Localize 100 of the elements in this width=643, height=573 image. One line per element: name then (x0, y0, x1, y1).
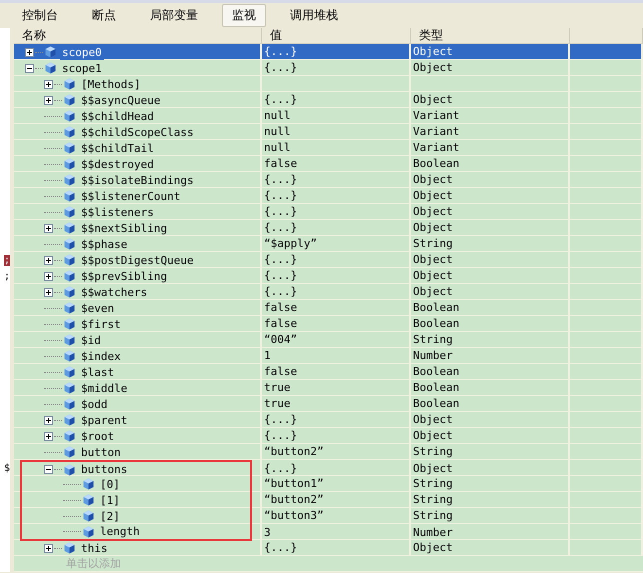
column-header[interactable]: 值 (262, 28, 411, 43)
tree-row[interactable]: $parent {...} Object (14, 412, 643, 428)
tree-row[interactable]: $$postDigestQueue {...} Object (14, 252, 643, 268)
tree-row[interactable]: $$prevSibling {...} Object (14, 268, 643, 284)
variable-name[interactable]: $$nextSibling (79, 220, 170, 236)
variable-value: {...} (264, 252, 298, 267)
variable-name[interactable]: $index (79, 348, 123, 364)
variable-name[interactable]: this (79, 540, 110, 556)
variable-type: String (413, 332, 453, 347)
column-header[interactable]: 类型 (411, 28, 570, 43)
variable-name[interactable]: $$listenerCount (79, 188, 182, 204)
variable-name[interactable]: [2] (98, 508, 122, 524)
variable-name[interactable]: buttons (79, 462, 130, 477)
expand-toggle[interactable] (44, 544, 53, 552)
variable-name[interactable]: $$isolateBindings (79, 172, 196, 188)
tree-row[interactable]: $last false Boolean (14, 364, 643, 380)
tab[interactable]: 控制台 (12, 4, 68, 27)
tree-row[interactable]: $$asyncQueue {...} Object (14, 92, 643, 108)
variable-name[interactable]: [0] (98, 476, 122, 492)
tree-row[interactable]: length 3 Number (14, 524, 643, 540)
variable-type: Variant (413, 124, 460, 139)
tree-row[interactable]: $$isolateBindings {...} Object (14, 172, 643, 188)
tree-row[interactable]: $first false Boolean (14, 316, 643, 332)
tree-row[interactable]: $$destroyed false Boolean (14, 156, 643, 172)
tree-row[interactable]: button “button2” String (14, 444, 643, 460)
tree-row[interactable]: [2] “button3” String (14, 508, 643, 524)
expand-toggle[interactable] (44, 272, 53, 280)
tree-row[interactable]: scope0 {...} Object (14, 44, 643, 60)
variable-name[interactable]: scope1 (60, 60, 104, 76)
variable-type: Boolean (413, 364, 460, 379)
collapse-toggle[interactable] (25, 64, 34, 72)
variable-value: {...} (264, 92, 298, 107)
variable-type: Variant (413, 108, 460, 123)
variable-type: Object (413, 284, 453, 299)
variable-name[interactable]: $$childTail (79, 140, 156, 156)
expand-toggle[interactable] (44, 224, 53, 232)
variable-name[interactable]: $even (79, 300, 116, 316)
tree-row[interactable]: [0] “button1” String (14, 476, 643, 492)
tree-row[interactable]: $$listeners {...} Object (14, 204, 643, 220)
variable-name[interactable]: $parent (79, 412, 130, 428)
variable-name[interactable]: $$phase (79, 236, 130, 252)
tab[interactable]: 局部变量 (140, 4, 208, 27)
tree-row[interactable]: $$watchers {...} Object (14, 284, 643, 300)
variable-name[interactable]: $$childScopeClass (79, 124, 196, 140)
tree-row[interactable]: this {...} Object (14, 540, 643, 556)
variable-name[interactable]: $odd (79, 396, 110, 412)
variable-value: {...} (264, 220, 298, 235)
variable-value: {...} (264, 412, 298, 427)
tab[interactable]: 调用堆栈 (280, 4, 348, 27)
variable-name[interactable]: $root (79, 428, 116, 444)
expand-toggle[interactable] (44, 256, 53, 264)
column-header[interactable]: 名称 (14, 28, 262, 43)
variable-name[interactable]: button (79, 444, 123, 460)
variable-type: Variant (413, 140, 460, 155)
variable-name[interactable]: $last (79, 364, 116, 380)
tree-row[interactable]: [Methods] (14, 76, 643, 92)
expand-toggle[interactable] (44, 80, 53, 88)
tab[interactable]: 监视 (222, 4, 266, 27)
tree-row[interactable]: $even false Boolean (14, 300, 643, 316)
variable-name[interactable]: [Methods] (79, 76, 143, 92)
variable-name[interactable]: $$watchers (79, 284, 150, 300)
variable-name[interactable]: $$childHead (79, 108, 156, 124)
tab[interactable]: 断点 (82, 4, 126, 27)
tree-row[interactable]: $index 1 Number (14, 348, 643, 364)
cube-icon (64, 254, 75, 266)
tree-row[interactable]: $$childScopeClass null Variant (14, 124, 643, 140)
expand-toggle[interactable] (44, 288, 53, 296)
variable-name[interactable]: $$destroyed (79, 156, 156, 172)
tree-row[interactable]: $$childTail null Variant (14, 140, 643, 156)
variable-name[interactable]: $$listeners (79, 204, 156, 220)
expand-toggle[interactable] (44, 416, 53, 424)
variable-name[interactable]: scope0 (60, 44, 104, 60)
expand-toggle[interactable] (25, 48, 34, 56)
tree-row[interactable]: $id “004” String (14, 332, 643, 348)
variable-name[interactable]: $middle (79, 380, 130, 396)
expand-toggle[interactable] (44, 432, 53, 440)
tree-row[interactable]: scope1 {...} Object (14, 60, 643, 76)
collapse-toggle[interactable] (44, 465, 53, 474)
variable-name[interactable]: $$prevSibling (79, 268, 170, 284)
variable-name[interactable]: length (98, 524, 142, 539)
cube-icon (64, 190, 75, 202)
variable-name[interactable]: $$asyncQueue (79, 92, 162, 108)
variable-name[interactable]: $id (79, 332, 103, 348)
tree-row[interactable]: $$listenerCount {...} Object (14, 188, 643, 204)
tree-row[interactable]: $middle true Boolean (14, 380, 643, 396)
tree-row[interactable]: $root {...} Object (14, 428, 643, 444)
tree-row[interactable]: $$nextSibling {...} Object (14, 220, 643, 236)
cube-icon (64, 126, 75, 138)
expand-toggle[interactable] (44, 96, 53, 104)
variable-name[interactable]: $$postDigestQueue (79, 252, 196, 268)
cube-icon (64, 270, 75, 282)
variable-type: Object (413, 60, 453, 75)
variable-name[interactable]: [1] (98, 492, 122, 508)
tree-row[interactable]: $odd true Boolean (14, 396, 643, 412)
tree-row[interactable]: $$phase “$apply” String (14, 236, 643, 252)
tree-row[interactable]: buttons {...} Object (14, 460, 643, 476)
variable-type: Boolean (413, 316, 460, 331)
tree-row[interactable]: $$childHead null Variant (14, 108, 643, 124)
tree-row[interactable]: [1] “button2” String (14, 492, 643, 508)
variable-name[interactable]: $first (79, 316, 123, 332)
